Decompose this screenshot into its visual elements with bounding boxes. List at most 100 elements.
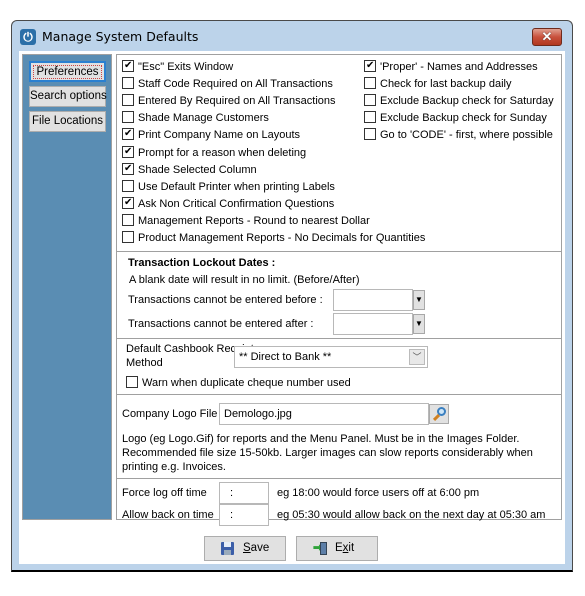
checkbox-label: Print Company Name on Layouts bbox=[138, 129, 301, 142]
left-option-checkbox[interactable]: Shade Manage Customers bbox=[122, 110, 269, 126]
warn-duplicate-cheque-checkbox[interactable]: Warn when duplicate cheque number used bbox=[126, 375, 351, 391]
left-option-checkbox[interactable]: Shade Selected Column bbox=[122, 161, 257, 178]
checkbox-label: Staff Code Required on All Transactions bbox=[138, 78, 333, 91]
cashbook-section: Default Cashbook Receipt Method ** Direc… bbox=[117, 339, 561, 395]
before-date-input[interactable] bbox=[333, 289, 413, 311]
left-option-checkbox[interactable]: Product Management Reports - No Decimals… bbox=[122, 230, 425, 246]
checkbox-box bbox=[122, 111, 134, 124]
after-label: Transactions cannot be entered after : bbox=[128, 318, 314, 330]
checkbox-label: Warn when duplicate cheque number used bbox=[142, 377, 351, 389]
cashbook-method-select[interactable]: ** Direct to Bank ** ﹀ bbox=[234, 346, 428, 368]
logo-description: Logo (eg Logo.Gif) for reports and the M… bbox=[122, 432, 557, 474]
checkbox-label: "Esc" Exits Window bbox=[138, 61, 234, 73]
close-icon: ✕ bbox=[541, 29, 553, 44]
checkbox-label: Product Management Reports - No Decimals… bbox=[138, 232, 426, 244]
preferences-panel: "Esc" Exits Window Staff Code Required on… bbox=[116, 54, 562, 526]
lockout-heading: Transaction Lockout Dates : bbox=[128, 257, 276, 269]
force-logoff-hint: eg 18:00 would force users off at 6:00 p… bbox=[277, 487, 480, 499]
logo-file-input[interactable]: Demologo.jpg bbox=[219, 403, 429, 425]
checkbox-box bbox=[122, 77, 134, 90]
checkbox-box bbox=[122, 195, 134, 211]
allow-back-time-value: : bbox=[230, 509, 234, 521]
checkbox-label: Entered By Required on All Transactions bbox=[138, 95, 336, 108]
close-button[interactable]: ✕ bbox=[532, 28, 562, 46]
power-icon: ⏻ bbox=[20, 29, 36, 45]
checkbox-label: Ask Non Critical Confirmation Questions bbox=[138, 197, 335, 210]
allow-back-time-input[interactable]: : bbox=[219, 504, 269, 526]
right-option-checkbox[interactable]: Exclude Backup check for Sunday bbox=[364, 110, 547, 126]
sidebar-item-label: File Locations bbox=[32, 115, 103, 127]
checkbox-box bbox=[122, 144, 134, 160]
force-logoff-label: Force log off time bbox=[122, 487, 207, 499]
before-label: Transactions cannot be entered before : bbox=[128, 294, 323, 306]
left-option-checkbox[interactable]: Use Default Printer when printing Labels bbox=[122, 179, 335, 195]
sidebar-item-label: Preferences bbox=[33, 65, 102, 79]
left-option-checkbox[interactable]: "Esc" Exits Window bbox=[122, 58, 234, 75]
checkbox-label: Go to 'CODE' - first, where possible bbox=[380, 129, 553, 142]
after-date-input[interactable] bbox=[333, 313, 413, 335]
sidebar-item-search-options[interactable]: Search options bbox=[29, 86, 107, 107]
checkbox-label: 'Proper' - Names and Addresses bbox=[380, 61, 538, 73]
before-date-dropdown-button[interactable]: ▼ bbox=[413, 290, 425, 310]
manage-system-defaults-window: ⏻ Manage System Defaults ✕ Preferences S… bbox=[11, 20, 573, 572]
left-option-checkbox[interactable]: Management Reports - Round to nearest Do… bbox=[122, 213, 370, 229]
checkbox-box bbox=[122, 161, 134, 177]
save-button[interactable]: Save bbox=[204, 536, 286, 561]
right-option-checkbox[interactable]: 'Proper' - Names and Addresses bbox=[364, 58, 538, 75]
sidebar-item-file-locations[interactable]: File Locations bbox=[29, 111, 106, 132]
allow-back-hint: eg 05:30 would allow back on the next da… bbox=[277, 509, 546, 521]
title-bar: ⏻ Manage System Defaults ✕ bbox=[12, 21, 572, 51]
client-area: Preferences Search options File Location… bbox=[19, 51, 565, 564]
browse-logo-button[interactable] bbox=[429, 404, 449, 424]
left-option-checkbox[interactable]: Print Company Name on Layouts bbox=[122, 126, 301, 143]
right-option-checkbox[interactable]: Go to 'CODE' - first, where possible bbox=[364, 127, 553, 143]
checkbox-label: Use Default Printer when printing Labels bbox=[138, 180, 335, 193]
lockout-note: A blank date will result in no limit. (B… bbox=[129, 274, 360, 286]
lockout-section: Transaction Lockout Dates : A blank date… bbox=[117, 252, 561, 339]
checkbox-box bbox=[364, 111, 376, 124]
floppy-disk-icon bbox=[221, 542, 234, 555]
window-title: Manage System Defaults bbox=[42, 29, 199, 44]
logo-description-line: Recommended file size 15-50kb. Larger im… bbox=[122, 447, 533, 459]
checkbox-box bbox=[122, 94, 134, 107]
left-option-checkbox[interactable]: Ask Non Critical Confirmation Questions bbox=[122, 195, 335, 212]
sidebar-item-preferences[interactable]: Preferences bbox=[29, 61, 106, 82]
chevron-down-icon: ﹀ bbox=[409, 349, 425, 365]
checkbox-label: Prompt for a reason when deleting bbox=[138, 146, 307, 159]
exit-button[interactable]: ➡ Exit bbox=[296, 536, 378, 561]
checkbox-label: Shade Selected Column bbox=[138, 163, 257, 176]
cashbook-label-line2: Method bbox=[126, 357, 163, 369]
left-option-checkbox[interactable]: Entered By Required on All Transactions bbox=[122, 93, 336, 109]
force-logoff-time-input[interactable]: : bbox=[219, 482, 269, 504]
caret-down-icon: ▼ bbox=[415, 319, 423, 328]
save-label: Save bbox=[243, 542, 270, 554]
options-section: "Esc" Exits Window Staff Code Required on… bbox=[117, 55, 561, 252]
exit-door-icon: ➡ bbox=[313, 542, 327, 555]
right-option-checkbox[interactable]: Exclude Backup check for Saturday bbox=[364, 93, 554, 109]
right-option-checkbox[interactable]: Check for last backup daily bbox=[364, 76, 511, 92]
logoff-section: Force log off time : eg 18:00 would forc… bbox=[117, 479, 561, 526]
exit-label: Exit bbox=[335, 542, 355, 554]
left-option-checkbox[interactable]: Prompt for a reason when deleting bbox=[122, 144, 307, 161]
checkbox-label: Exclude Backup check for Sunday bbox=[380, 112, 547, 125]
sidebar: Preferences Search options File Location… bbox=[22, 54, 112, 520]
checkbox-label: Check for last backup daily bbox=[380, 78, 512, 91]
checkbox-box bbox=[364, 77, 376, 90]
checkbox-label: Shade Manage Customers bbox=[138, 112, 269, 125]
force-logoff-time-value: : bbox=[230, 487, 234, 499]
checkbox-box bbox=[122, 179, 134, 192]
checkbox-box bbox=[122, 58, 134, 74]
checkbox-box bbox=[364, 94, 376, 107]
logo-description-line: printing e.g. Invoices. bbox=[122, 461, 226, 473]
checkbox-label: Exclude Backup check for Saturday bbox=[380, 95, 554, 108]
after-date-dropdown-button[interactable]: ▼ bbox=[413, 314, 425, 334]
checkbox-box bbox=[122, 231, 134, 243]
checkbox-box bbox=[122, 213, 134, 226]
caret-down-icon: ▼ bbox=[415, 295, 423, 304]
checkbox-box bbox=[126, 376, 138, 388]
left-option-checkbox[interactable]: Staff Code Required on All Transactions bbox=[122, 76, 333, 92]
sidebar-item-label: Search options bbox=[30, 90, 107, 102]
checkbox-label: Management Reports - Round to nearest Do… bbox=[138, 214, 370, 227]
logo-label: Company Logo File bbox=[122, 408, 218, 420]
logo-description-line: Logo (eg Logo.Gif) for reports and the M… bbox=[122, 433, 520, 445]
